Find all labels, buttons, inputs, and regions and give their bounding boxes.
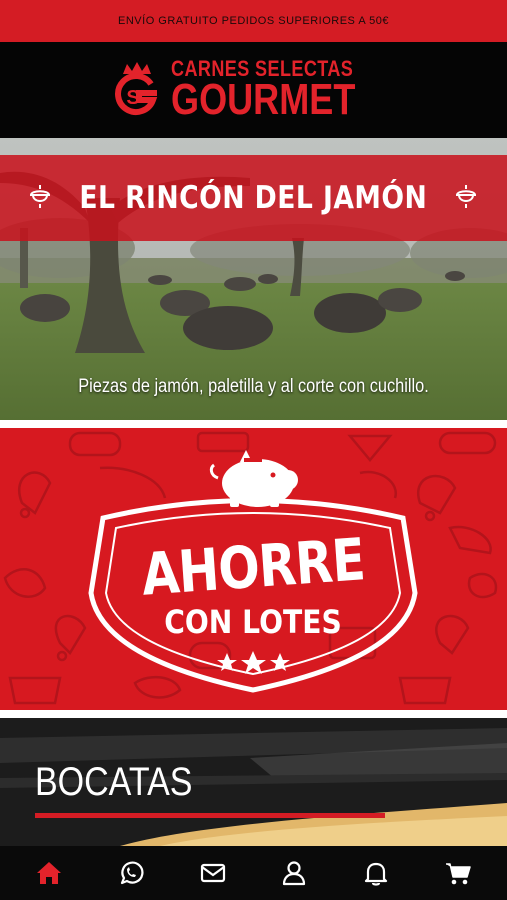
nav-account[interactable]: [273, 852, 315, 894]
acorn-icon: [29, 185, 51, 208]
bocatas-banner[interactable]: BOCATAS: [0, 718, 507, 846]
brand-emblem-letter: S: [126, 87, 139, 109]
home-icon: [36, 862, 61, 884]
jamon-caption: Piezas de jamón, paletilla y al corte co…: [78, 376, 429, 397]
nav-cart[interactable]: [437, 852, 479, 894]
lotes-subtitle: CON LOTES: [164, 603, 342, 641]
bocatas-title: BOCATAS: [35, 760, 193, 804]
acorn-icon: [455, 185, 477, 208]
brand-logo-icon: S: [115, 62, 158, 115]
brand-header[interactable]: S CARNES SELECTAS GOURMET: [0, 42, 507, 138]
mail-icon: [200, 863, 225, 883]
brand-name: CARNES SELECTAS GOURMET: [171, 58, 396, 122]
nav-home[interactable]: [28, 852, 70, 894]
nav-notifications[interactable]: [355, 852, 397, 894]
lotes-banner[interactable]: AHORRE CON LOTES: [0, 428, 507, 710]
jamon-title: EL RINCÓN DEL JAMÓN: [79, 180, 428, 216]
promo-bar: ENVÍO GRATUITO PEDIDOS SUPERIORES A 50€: [0, 0, 507, 42]
jamon-banner[interactable]: EL RINCÓN DEL JAMÓN Piezas de jamón, pal…: [0, 138, 507, 420]
cart-icon: [446, 863, 471, 885]
whatsapp-icon: [120, 861, 144, 885]
bell-icon: [365, 862, 388, 886]
jamon-title-bar: EL RINCÓN DEL JAMÓN: [0, 155, 507, 241]
bocatas-underline: [35, 813, 385, 818]
brand-line2: GOURMET: [171, 75, 356, 124]
promo-text: ENVÍO GRATUITO PEDIDOS SUPERIORES A 50€: [118, 15, 389, 27]
bottom-nav: [0, 846, 507, 900]
nav-mail[interactable]: [192, 852, 234, 894]
stars-decoration: [217, 651, 290, 674]
nav-whatsapp[interactable]: [110, 852, 152, 894]
user-icon: [283, 861, 306, 886]
